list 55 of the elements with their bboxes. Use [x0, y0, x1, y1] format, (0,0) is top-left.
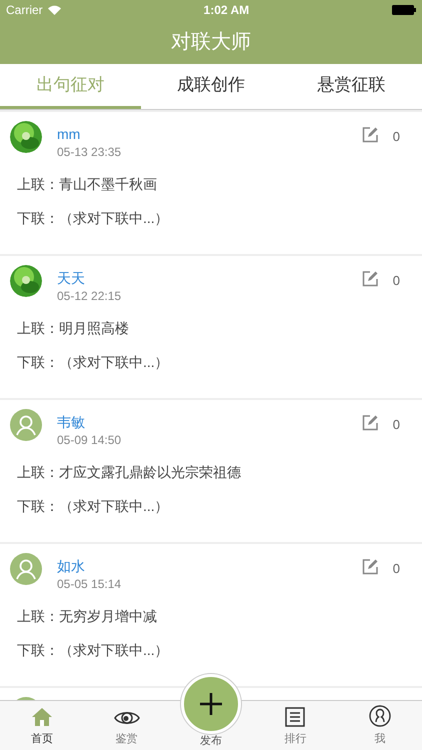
home-icon [31, 706, 54, 726]
post-time: 05-09 14:50 [57, 432, 122, 448]
post-card[interactable]: 如水 05-05 15:14 0 上联：无穷岁月增中减 下联：（求对下联中...） [0, 544, 422, 686]
app-title: 对联大师 [171, 30, 251, 55]
post-card[interactable]: 韦敏 05-09 14:50 0 上联：才应文露孔鼎龄以光宗荣祖德 下联：（求对下联中...） [0, 400, 422, 542]
user-avatar-icon [10, 409, 42, 441]
couplet-text: 才应文露孔鼎龄以光宗荣祖德 [59, 463, 241, 482]
line-label: 上联： [17, 175, 59, 194]
post-card[interactable]: 天天 05-12 22:15 0 上联：明月照高楼 下联：（求对下联中...） [0, 256, 422, 398]
edit-icon[interactable] [360, 270, 379, 288]
post-time: 05-12 22:15 [57, 288, 122, 304]
user-avatar-icon [10, 553, 42, 585]
tab[interactable]: 悬赏征联 [281, 64, 422, 109]
tab-bar-item[interactable]: 排行 [253, 701, 338, 750]
tab-bar-item[interactable]: 我 [338, 701, 422, 750]
reply-count: 0 [392, 272, 400, 290]
carrier-label: Carrier [6, 2, 43, 19]
couplet-text: 无穷岁月增中减 [59, 607, 157, 626]
line-label: 下联： [17, 353, 59, 372]
couplet-text: （求对下联中...） [59, 641, 169, 660]
couplet-text: （求对下联中...） [59, 497, 169, 516]
edit-icon[interactable] [360, 558, 379, 576]
couplet-text: （求对下联中...） [59, 209, 169, 228]
tab[interactable]: 成联创作 [140, 64, 282, 109]
edit-icon[interactable] [360, 126, 379, 144]
list-icon [285, 706, 306, 726]
reply-count: 0 [392, 560, 400, 578]
post-time: 05-05 15:14 [57, 576, 122, 592]
wifi-icon [48, 5, 61, 15]
reply-count: 0 [392, 128, 400, 146]
clock-time: 1:02 AM [204, 2, 250, 19]
reply-count: 0 [392, 416, 400, 434]
battery-icon [392, 5, 416, 15]
line-label: 上联： [17, 319, 59, 338]
edit-icon[interactable] [360, 414, 379, 432]
post-time: 05-13 23:35 [57, 144, 122, 160]
tab-bar-item[interactable]: 首页 [0, 701, 84, 750]
user-name[interactable]: 韦敏 [57, 413, 122, 431]
tab-label[interactable]: 发布 [200, 732, 222, 749]
publish-button[interactable] [181, 674, 242, 734]
line-label: 下联： [17, 209, 59, 228]
tab-bar-item[interactable]: 鉴赏 [84, 701, 169, 750]
line-label: 下联： [17, 497, 59, 516]
line-label: 下联： [17, 641, 59, 660]
line-label: 上联： [17, 463, 59, 482]
couplet-text: 明月照高楼 [59, 319, 129, 338]
couplet-text: （求对下联中...） [59, 353, 169, 372]
line-label: 上联： [17, 607, 59, 626]
couplet-text: 青山不墨千秋画 [59, 175, 157, 194]
plus-icon [199, 692, 224, 716]
post-card[interactable]: mm 05-13 23:35 0 上联：青山不墨千秋画 下联：（求对下联中...） [0, 112, 422, 254]
user-name[interactable]: mm [57, 125, 122, 143]
user-name[interactable]: 天天 [57, 269, 122, 287]
user-icon [368, 704, 391, 726]
user-name[interactable]: 如水 [57, 557, 122, 575]
